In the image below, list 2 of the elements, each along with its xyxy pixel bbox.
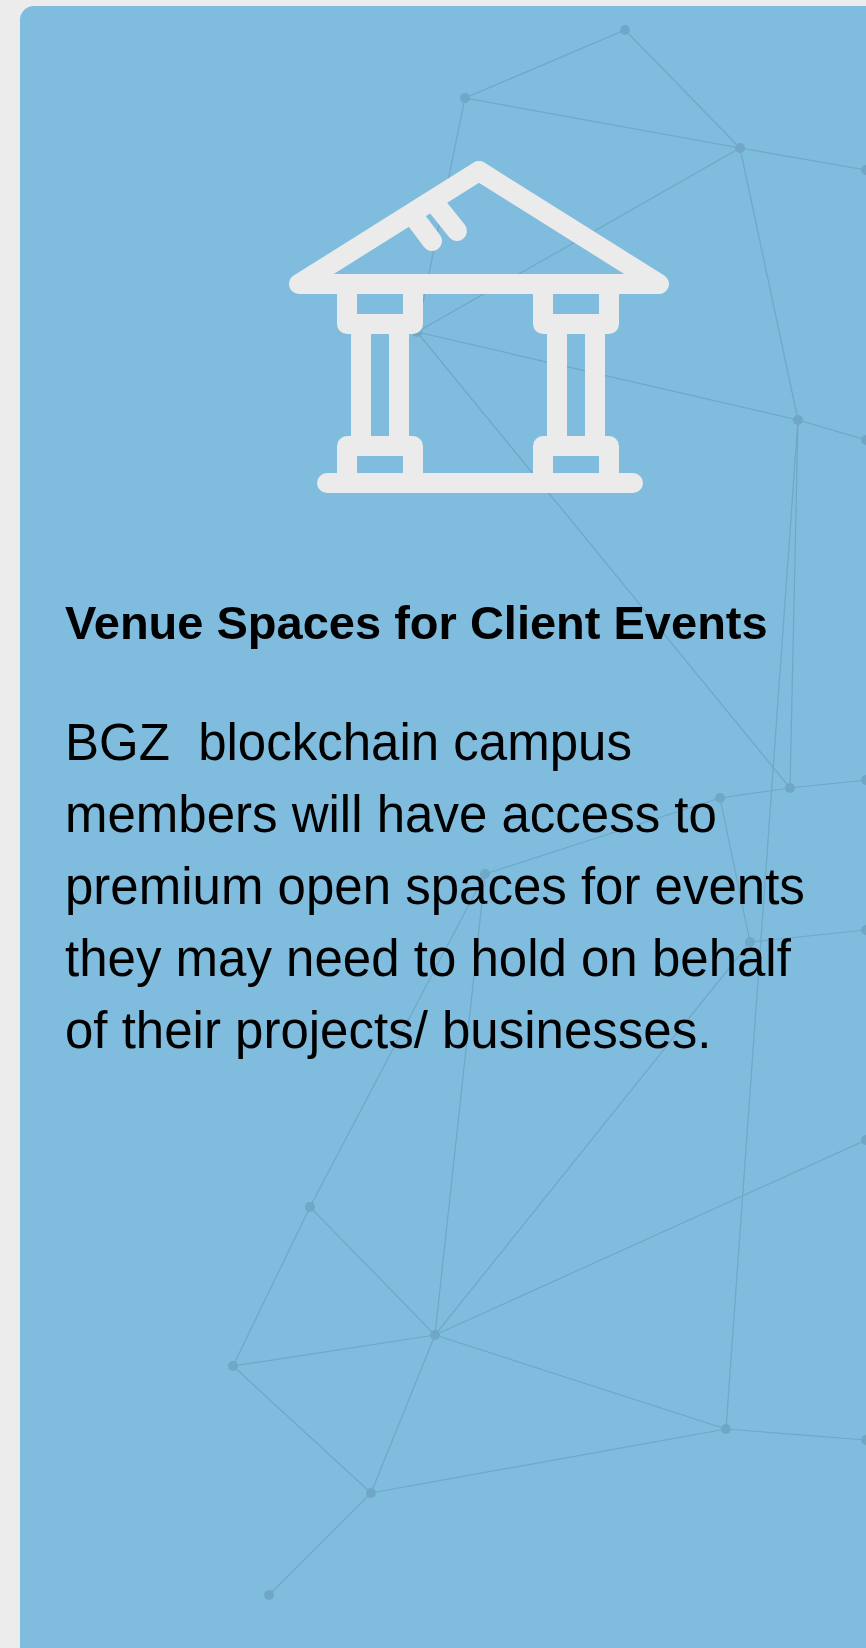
card-title: Venue Spaces for Client Events <box>65 595 769 651</box>
card-description: BGZ blockchain campus members will have access to premium open spaces for events they may need to hold on behalf of their projects/ businesses. <box>65 713 805 1061</box>
